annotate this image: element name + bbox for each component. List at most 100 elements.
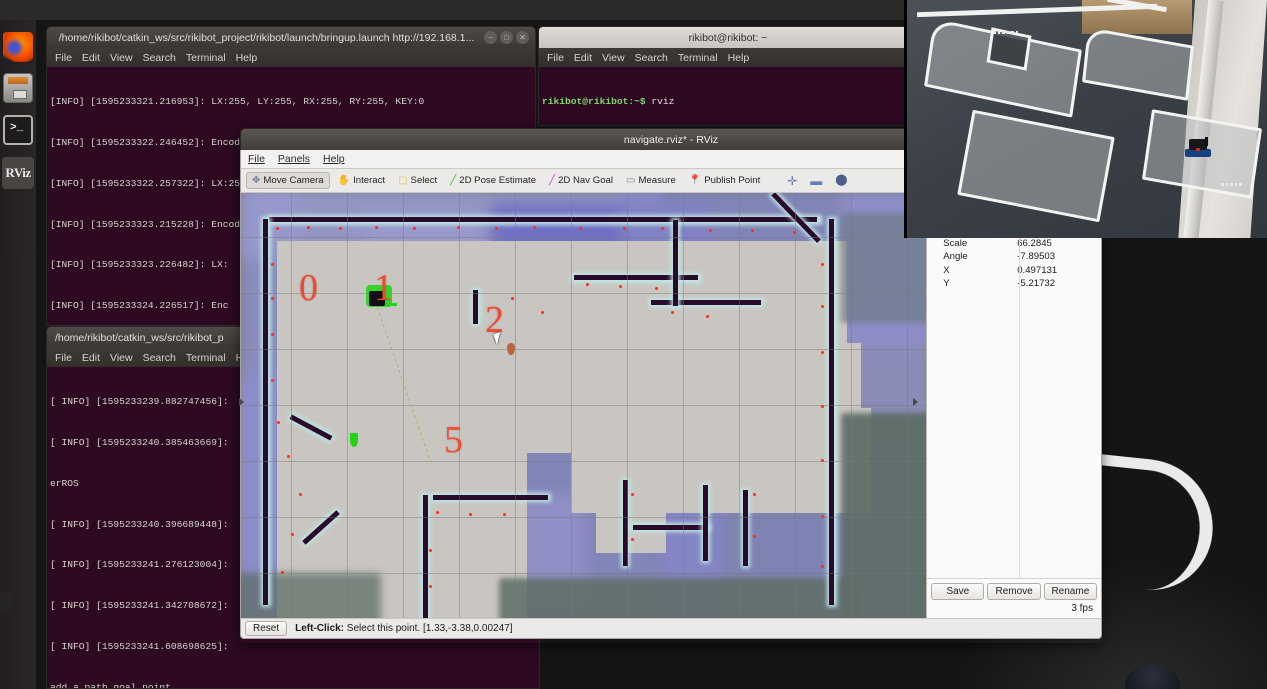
magenta-arrow-icon: ╱	[549, 174, 556, 186]
map-pin-icon: 📍	[688, 174, 702, 186]
menu-edit[interactable]: Edit	[82, 52, 100, 64]
pose-estimate-label: 2D Pose Estimate	[459, 175, 537, 186]
property-row-scale[interactable]: Scale 66.2845	[927, 237, 1101, 251]
shell-prompt-line: rikibot@rikibot:~$ rviz	[542, 95, 914, 109]
property-column-splitter[interactable]	[1019, 193, 1021, 578]
menu-view[interactable]: View	[602, 52, 625, 64]
property-row-angle[interactable]: Angle -7.89503	[927, 250, 1101, 264]
publish-point-label: Publish Point	[704, 175, 761, 186]
pose-estimate-tool[interactable]: ╱ 2D Pose Estimate	[445, 173, 541, 188]
hand-icon: ✋	[337, 174, 351, 186]
y-key: Y	[943, 278, 950, 290]
minus-icon: ▬	[810, 173, 823, 188]
desktop-screen: >_ RViz /home/rikibot/catkin_ws/src/riki…	[0, 0, 1267, 689]
angle-key: Angle	[943, 251, 968, 263]
fps-indicator: 3 fps	[1071, 603, 1093, 614]
views-panel-buttons[interactable]: Save Remove Rename	[927, 578, 1101, 602]
panel-splitter-left[interactable]	[239, 398, 244, 406]
select-tool[interactable]: ▢ Select	[393, 173, 442, 188]
rviz-menu-help[interactable]: Help	[323, 153, 345, 165]
wallpaper-orb	[1125, 665, 1180, 689]
rviz-menu-file[interactable]: File	[248, 153, 265, 165]
minimize-button[interactable]: −	[484, 31, 497, 44]
terminal-window-rviz-launch[interactable]: rikibot@rikibot: ~ File Edit View Search…	[538, 26, 918, 126]
menu-file[interactable]: File	[55, 352, 72, 364]
property-row-x[interactable]: X 0.497131	[927, 264, 1101, 278]
overhead-camera-feed[interactable]	[904, 0, 1267, 238]
terminal3-menubar[interactable]: File Edit View Search Terminal Help	[538, 48, 918, 67]
waypoint-label-5: 5	[444, 419, 463, 461]
move-camera-tool[interactable]: ✥ Move Camera	[246, 172, 330, 189]
waypoint-label-1: 1	[374, 267, 393, 309]
terminal-icon[interactable]: >_	[3, 115, 33, 145]
y-value[interactable]: -5.21732	[1015, 278, 1101, 289]
close-button[interactable]: ✕	[516, 31, 529, 44]
tool-properties-button[interactable]: ⬤	[830, 173, 852, 188]
measure-tool[interactable]: ▭ Measure	[621, 173, 681, 188]
menu-search[interactable]: Search	[143, 352, 176, 364]
terminal1-titlebar[interactable]: /home/rikibot/catkin_ws/src/rikibot_proj…	[46, 26, 536, 48]
select-label: Select	[410, 175, 438, 186]
save-button[interactable]: Save	[931, 583, 985, 600]
property-row-y[interactable]: Y -5.21732	[927, 277, 1101, 291]
terminal1-menubar[interactable]: File Edit View Search Terminal Help	[46, 48, 536, 67]
costmap-canvas: 0 1 2 5	[241, 193, 927, 618]
menu-search[interactable]: Search	[635, 52, 668, 64]
rviz-icon-label: RViz	[5, 165, 31, 180]
green-arrow-icon: ╱	[450, 174, 457, 186]
robot-mast	[1205, 137, 1208, 146]
menu-edit[interactable]: Edit	[82, 352, 100, 364]
rename-button[interactable]: Rename	[1043, 583, 1097, 600]
terminal3-title: rikibot@rikibot: ~	[688, 31, 768, 44]
log-line: add a path goal point	[50, 681, 171, 689]
views-property-tree[interactable]: Current View TopDownOrtho ... Near Clip …	[927, 193, 1101, 578]
menu-view[interactable]: View	[110, 352, 133, 364]
reset-button[interactable]: Reset	[245, 621, 288, 636]
robot-in-camera	[1185, 137, 1213, 159]
maximize-button[interactable]: □	[500, 31, 513, 44]
menu-search[interactable]: Search	[143, 52, 176, 64]
track-dashed-line-bottom	[1221, 183, 1242, 186]
panel-splitter-right[interactable]	[913, 398, 918, 406]
x-value[interactable]: 0.497131	[1015, 265, 1101, 276]
rviz-status-bar: Reset Left-Click: Select this point. [1.…	[240, 618, 1102, 639]
remove-button[interactable]: Remove	[987, 583, 1041, 600]
terminal3-titlebar[interactable]: rikibot@rikibot: ~	[538, 26, 918, 48]
shell-prompt: rikibot@rikibot:~$	[542, 96, 646, 108]
menu-edit[interactable]: Edit	[574, 52, 592, 64]
menu-file[interactable]: File	[55, 52, 72, 64]
publish-point-tool[interactable]: 📍 Publish Point	[684, 173, 765, 188]
rviz-views-panel[interactable]: Current View TopDownOrtho ... Near Clip …	[926, 193, 1101, 618]
rviz-icon[interactable]: RViz	[2, 157, 34, 189]
waypoint-label-0: 0	[299, 267, 318, 309]
shell-command: rviz	[645, 96, 675, 108]
select-square-icon: ▢	[398, 174, 408, 186]
terminal1-window-buttons[interactable]: − □ ✕	[484, 31, 529, 44]
interact-tool[interactable]: ✋ Interact	[333, 173, 390, 188]
plus-icon: ✛	[787, 173, 798, 188]
track-dashed-line-top	[993, 31, 1018, 34]
firefox-icon[interactable]	[3, 32, 33, 62]
rviz-map-viewport[interactable]: 0 1 2 5	[241, 193, 927, 618]
move-camera-icon: ✥	[252, 174, 261, 186]
unity-launcher[interactable]: >_ RViz	[0, 20, 36, 689]
rviz-body: 0 1 2 5 Current View T	[240, 193, 1102, 618]
terminal3-output[interactable]: rikibot@rikibot:~$ rviz [ INFO] [1595233…	[538, 67, 918, 126]
scale-key: Scale	[943, 237, 968, 249]
menu-help[interactable]: Help	[236, 52, 258, 64]
scale-value[interactable]: 66.2845	[1015, 238, 1101, 249]
menu-terminal[interactable]: Terminal	[678, 52, 718, 64]
add-tool-button[interactable]: ✛	[782, 173, 802, 189]
menu-file[interactable]: File	[547, 52, 564, 64]
remove-tool-button[interactable]: ▬	[805, 173, 827, 189]
terminal-icon-glyph: >_	[10, 122, 24, 134]
nav-goal-tool[interactable]: ╱ 2D Nav Goal	[544, 173, 618, 188]
menu-terminal[interactable]: Terminal	[186, 52, 226, 64]
status-hint-bold: Left-Click:	[295, 623, 345, 634]
menu-terminal[interactable]: Terminal	[186, 352, 226, 364]
menu-view[interactable]: View	[110, 52, 133, 64]
angle-value[interactable]: -7.89503	[1015, 251, 1101, 262]
rviz-menu-panels[interactable]: Panels	[278, 153, 310, 165]
files-icon[interactable]	[3, 73, 33, 103]
menu-help[interactable]: Help	[728, 52, 750, 64]
